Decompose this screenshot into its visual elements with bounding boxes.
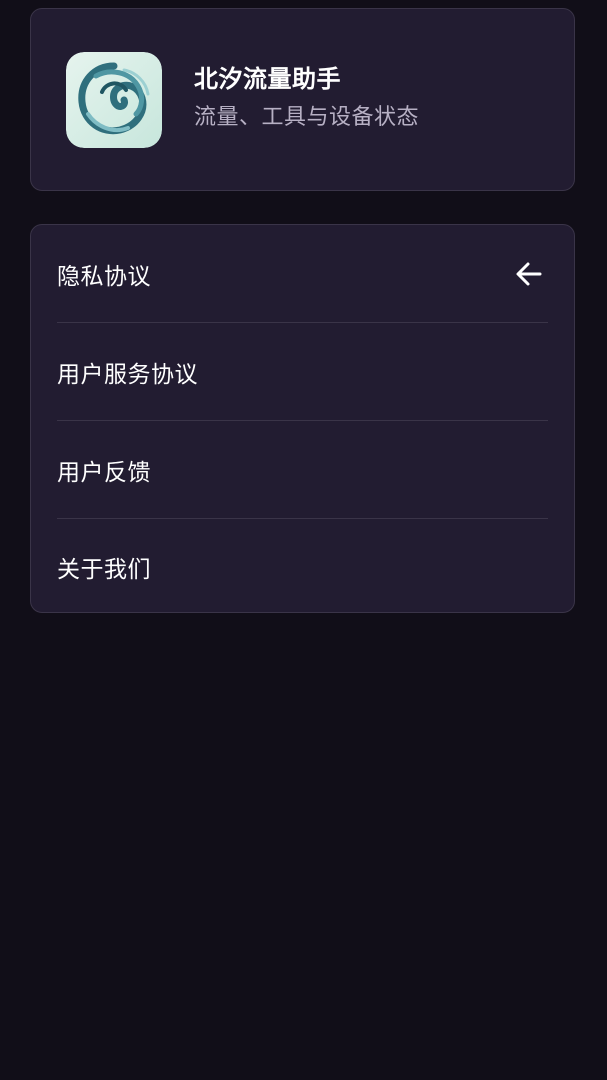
app-text-group: 北汐流量助手 流量、工具与设备状态 <box>194 61 419 133</box>
menu-item-label: 用户反馈 <box>57 459 151 486</box>
menu-item-user-agreement[interactable]: 用户服务协议 <box>57 323 548 421</box>
menu-item-label: 关于我们 <box>57 557 151 583</box>
arrow-left-icon[interactable] <box>514 259 544 289</box>
menu-item-label: 用户服务协议 <box>57 361 198 388</box>
menu-item-feedback[interactable]: 用户反馈 <box>57 421 548 519</box>
menu-item-label: 隐私协议 <box>57 263 151 290</box>
app-title: 北汐流量助手 <box>194 65 341 93</box>
wave-logo-icon <box>66 52 162 148</box>
app-info-card: 北汐流量助手 流量、工具与设备状态 <box>30 8 575 191</box>
menu-item-about-us[interactable]: 关于我们 <box>57 519 548 615</box>
settings-screen: 北汐流量助手 流量、工具与设备状态 隐私协议 用户服务协议 用户反馈 关于我们 <box>0 0 607 1080</box>
app-subtitle: 流量、工具与设备状态 <box>194 105 420 130</box>
menu-item-privacy-policy[interactable]: 隐私协议 <box>57 225 548 323</box>
settings-menu: 隐私协议 用户服务协议 用户反馈 关于我们 <box>30 224 575 613</box>
